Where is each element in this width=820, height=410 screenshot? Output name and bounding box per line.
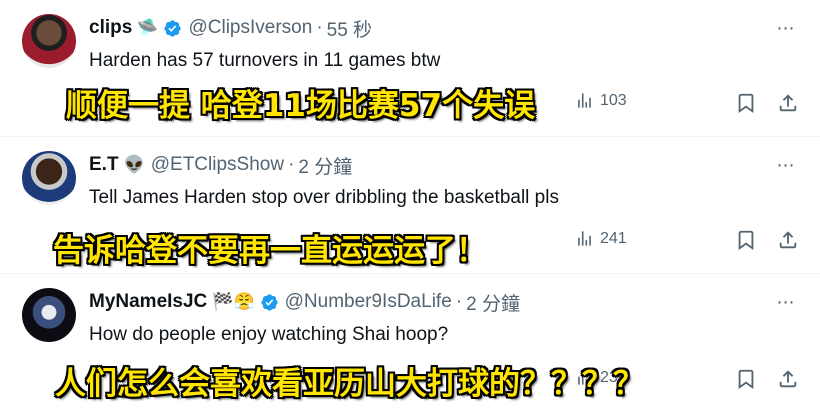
more-icon[interactable]: ⋯ (774, 153, 798, 177)
views-icon (578, 231, 591, 246)
views-button[interactable]: 241 (575, 229, 627, 248)
caption-overlay: 告诉哈登不要再一直运运运了！ (53, 233, 487, 269)
user-handle[interactable]: @ClipsIverson (188, 17, 312, 39)
display-name[interactable]: E.T (89, 154, 119, 176)
avatar[interactable] (22, 151, 76, 205)
more-icon[interactable]: ⋯ (774, 16, 798, 40)
views-icon (578, 93, 591, 108)
tweet-2[interactable]: E.T 👽 @ETClipsShow · 2 分鐘 ⋯ Tell James H… (0, 137, 820, 274)
more-icon[interactable]: ⋯ (774, 290, 798, 314)
verified-badge-icon (260, 293, 279, 312)
timestamp[interactable]: 2 分鐘 (298, 152, 352, 179)
bookmark-icon[interactable] (735, 229, 757, 251)
display-name[interactable]: clips (89, 17, 132, 39)
timestamp[interactable]: 2 分鐘 (466, 289, 520, 316)
share-icon[interactable] (777, 229, 799, 251)
share-icon[interactable] (777, 92, 799, 114)
caption-overlay: 顺便一提 哈登11场比赛57个失误 (66, 88, 536, 124)
bookmark-icon[interactable] (735, 92, 757, 114)
avatar[interactable] (22, 14, 76, 68)
views-count: 241 (600, 229, 627, 247)
tweet-1[interactable]: clips 🛸 @ClipsIverson · 55 秒 ⋯ Harden ha… (0, 0, 820, 137)
tweet-text: Tell James Harden stop over dribbling th… (89, 187, 559, 208)
tweet-3[interactable]: MyNameIsJC 🏁😤 @Number9IsDaLife · 2 分鐘 ⋯ … (0, 274, 820, 410)
views-count: 103 (600, 91, 627, 109)
user-handle[interactable]: @Number9IsDaLife (285, 291, 452, 313)
display-name[interactable]: MyNameIsJC (89, 291, 207, 313)
tweet-text: Harden has 57 turnovers in 11 games btw (89, 50, 441, 71)
ufo-emoji: 🛸 (137, 17, 159, 38)
bookmark-icon[interactable] (735, 368, 757, 390)
separator-dot: · (288, 154, 295, 175)
separator-dot: · (455, 291, 463, 312)
tweet-header: clips 🛸 @ClipsIverson · 55 秒 (89, 15, 372, 42)
tweet-header: E.T 👽 @ETClipsShow · 2 分鐘 (89, 152, 352, 179)
alien-emoji: 👽 (123, 154, 145, 175)
tweet-text: How do people enjoy watching Shai hoop? (89, 324, 449, 345)
user-handle[interactable]: @ETClipsShow (151, 154, 284, 176)
avatar[interactable] (22, 288, 76, 342)
views-button[interactable]: 103 (575, 91, 627, 110)
share-icon[interactable] (777, 368, 799, 390)
separator-dot: · (316, 17, 323, 38)
tweet-header: MyNameIsJC 🏁😤 @Number9IsDaLife · 2 分鐘 (89, 289, 520, 316)
checkered-flag-steam-face-emoji: 🏁😤 (212, 291, 255, 312)
timestamp[interactable]: 55 秒 (327, 15, 372, 42)
caption-overlay: 人们怎么会喜欢看亚历山大打球的？？？？ (55, 366, 644, 402)
verified-badge-icon (163, 19, 182, 38)
